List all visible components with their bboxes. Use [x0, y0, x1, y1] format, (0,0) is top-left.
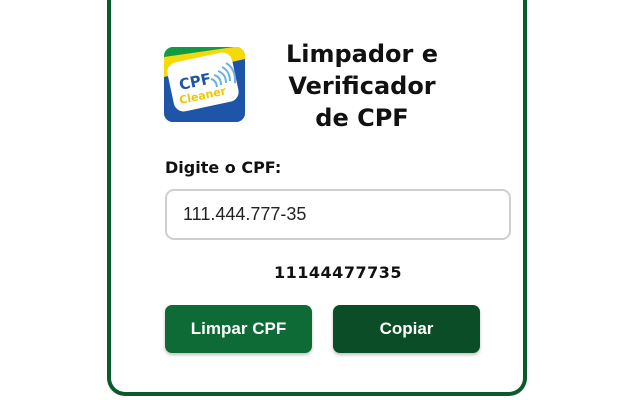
extension-popup: CPF Cleaner Limpador e Verificador de CP… [0, 0, 640, 400]
app-title: Limpador e Verificador de CPF [252, 38, 472, 134]
copy-button[interactable]: Copiar [333, 305, 480, 353]
cleaned-cpf-result: 11144477735 [274, 263, 402, 282]
cpf-label: Digite o CPF: [165, 158, 282, 177]
app-title-line: de CPF [315, 104, 409, 132]
cpf-cleaner-logo: CPF Cleaner [164, 47, 245, 122]
clean-cpf-button[interactable]: Limpar CPF [165, 305, 312, 353]
app-title-line: Verificador [288, 72, 436, 100]
cpf-input[interactable] [165, 189, 511, 240]
app-title-line: Limpador e [285, 40, 439, 68]
